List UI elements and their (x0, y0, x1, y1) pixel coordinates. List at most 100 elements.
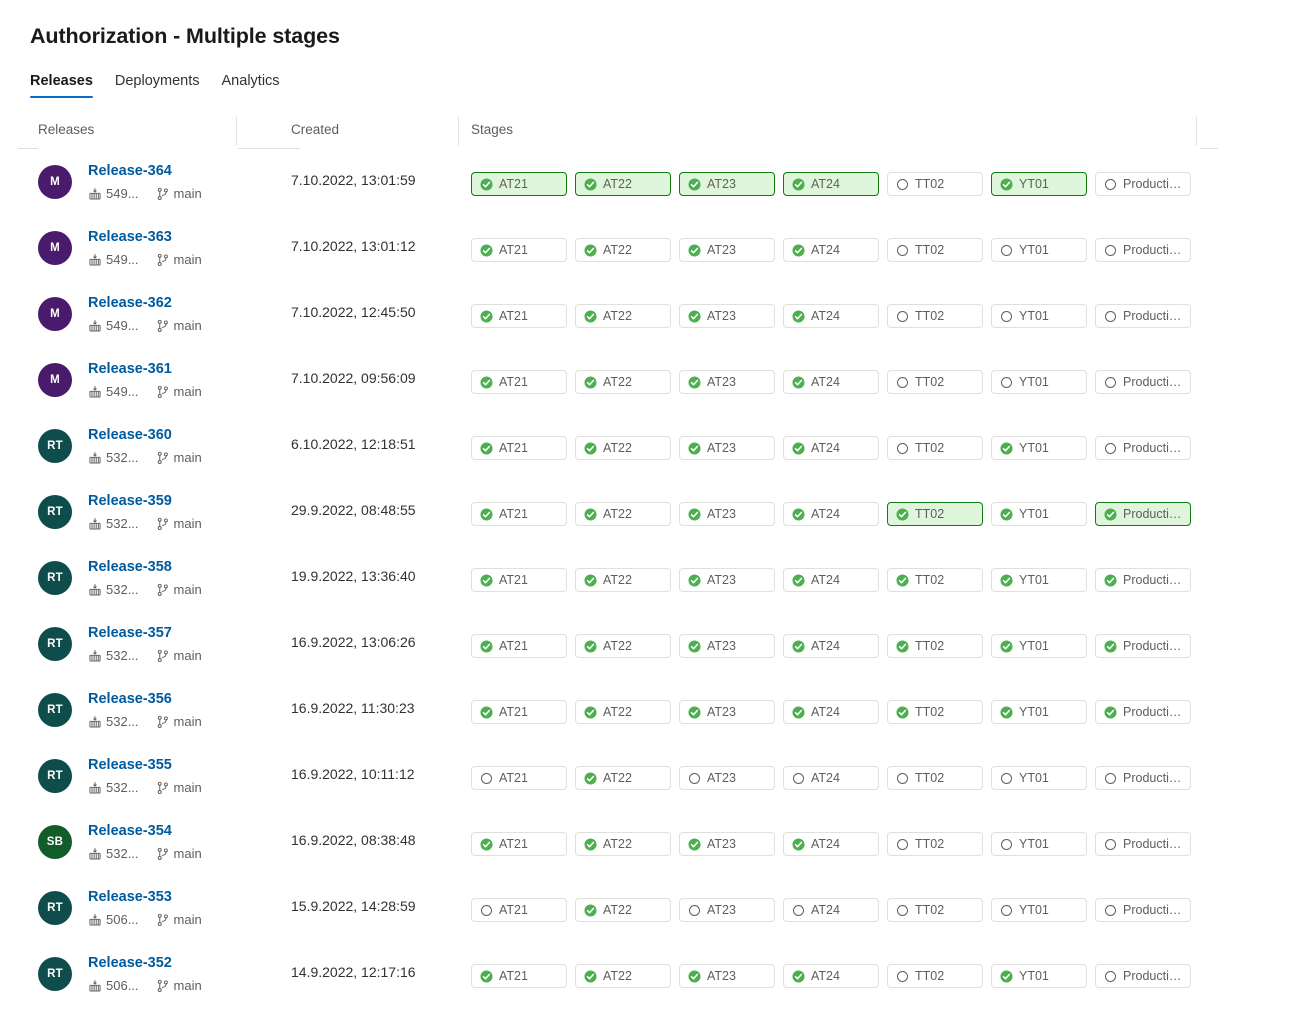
stage-badge-production[interactable]: Production (1095, 172, 1191, 196)
stage-badge-yt01[interactable]: YT01 (991, 898, 1087, 922)
stage-badge-production[interactable]: Production (1095, 766, 1191, 790)
stage-badge-production[interactable]: Production (1095, 370, 1191, 394)
build-number[interactable]: 506... (106, 978, 139, 993)
table-row[interactable]: MRelease-363549...main7.10.2022, 13:01:1… (0, 216, 1301, 282)
table-row[interactable]: RTRelease-355532...main16.9.2022, 10:11:… (0, 744, 1301, 810)
build-number[interactable]: 532... (106, 450, 139, 465)
stage-badge-tt02[interactable]: TT02 (887, 898, 983, 922)
release-link[interactable]: Release-363 (88, 229, 172, 245)
avatar[interactable]: RT (38, 693, 72, 727)
stage-badge-at22[interactable]: AT22 (575, 568, 671, 592)
stage-badge-at22[interactable]: AT22 (575, 304, 671, 328)
stage-badge-at24[interactable]: AT24 (783, 766, 879, 790)
stage-badge-production[interactable]: Production (1095, 502, 1191, 526)
release-link[interactable]: Release-354 (88, 823, 172, 839)
stage-badge-at23[interactable]: AT23 (679, 238, 775, 262)
stage-badge-at21[interactable]: AT21 (471, 502, 567, 526)
release-link[interactable]: Release-359 (88, 493, 172, 509)
tab-releases[interactable]: Releases (30, 73, 104, 98)
branch-name[interactable]: main (174, 450, 202, 465)
stage-badge-yt01[interactable]: YT01 (991, 964, 1087, 988)
stage-badge-yt01[interactable]: YT01 (991, 238, 1087, 262)
stage-badge-at24[interactable]: AT24 (783, 568, 879, 592)
stage-badge-at23[interactable]: AT23 (679, 436, 775, 460)
stage-badge-yt01[interactable]: YT01 (991, 568, 1087, 592)
avatar[interactable]: RT (38, 495, 72, 529)
stage-badge-at24[interactable]: AT24 (783, 370, 879, 394)
build-number[interactable]: 532... (106, 780, 139, 795)
stage-badge-yt01[interactable]: YT01 (991, 502, 1087, 526)
avatar[interactable]: RT (38, 627, 72, 661)
stage-badge-tt02[interactable]: TT02 (887, 964, 983, 988)
stage-badge-tt02[interactable]: TT02 (887, 370, 983, 394)
branch-name[interactable]: main (174, 912, 202, 927)
stage-badge-production[interactable]: Production (1095, 568, 1191, 592)
branch-name[interactable]: main (174, 186, 202, 201)
avatar[interactable]: RT (38, 891, 72, 925)
stage-badge-tt02[interactable]: TT02 (887, 436, 983, 460)
stage-badge-yt01[interactable]: YT01 (991, 172, 1087, 196)
build-number[interactable]: 532... (106, 516, 139, 531)
stage-badge-at22[interactable]: AT22 (575, 700, 671, 724)
stage-badge-at24[interactable]: AT24 (783, 898, 879, 922)
stage-badge-at23[interactable]: AT23 (679, 964, 775, 988)
branch-name[interactable]: main (174, 978, 202, 993)
branch-name[interactable]: main (174, 516, 202, 531)
column-header-releases[interactable]: Releases (38, 122, 94, 137)
stage-badge-at22[interactable]: AT22 (575, 502, 671, 526)
column-resize-handle-2[interactable] (238, 148, 300, 149)
build-number[interactable]: 549... (106, 186, 139, 201)
release-link[interactable]: Release-361 (88, 361, 172, 377)
stage-badge-at21[interactable]: AT21 (471, 898, 567, 922)
column-divider-3[interactable] (1196, 116, 1197, 146)
stage-badge-at21[interactable]: AT21 (471, 832, 567, 856)
branch-name[interactable]: main (174, 648, 202, 663)
stage-badge-production[interactable]: Production (1095, 304, 1191, 328)
branch-name[interactable]: main (174, 252, 202, 267)
tab-analytics[interactable]: Analytics (211, 73, 291, 98)
avatar[interactable]: RT (38, 429, 72, 463)
release-link[interactable]: Release-356 (88, 691, 172, 707)
avatar[interactable]: M (38, 297, 72, 331)
branch-name[interactable]: main (174, 318, 202, 333)
column-divider-2[interactable] (458, 116, 459, 146)
release-link[interactable]: Release-364 (88, 163, 172, 179)
avatar[interactable]: SB (38, 825, 72, 859)
stage-badge-production[interactable]: Production (1095, 436, 1191, 460)
stage-badge-at22[interactable]: AT22 (575, 172, 671, 196)
release-link[interactable]: Release-357 (88, 625, 172, 641)
table-row[interactable]: RTRelease-359532...main29.9.2022, 08:48:… (0, 480, 1301, 546)
avatar[interactable]: M (38, 231, 72, 265)
stage-badge-at23[interactable]: AT23 (679, 832, 775, 856)
column-header-stages[interactable]: Stages (471, 122, 513, 137)
stage-badge-at22[interactable]: AT22 (575, 238, 671, 262)
release-link[interactable]: Release-352 (88, 955, 172, 971)
stage-badge-yt01[interactable]: YT01 (991, 304, 1087, 328)
build-number[interactable]: 506... (106, 912, 139, 927)
stage-badge-at21[interactable]: AT21 (471, 304, 567, 328)
stage-badge-at23[interactable]: AT23 (679, 172, 775, 196)
stage-badge-production[interactable]: Production (1095, 964, 1191, 988)
stage-badge-at24[interactable]: AT24 (783, 304, 879, 328)
stage-badge-tt02[interactable]: TT02 (887, 766, 983, 790)
stage-badge-at24[interactable]: AT24 (783, 700, 879, 724)
stage-badge-tt02[interactable]: TT02 (887, 304, 983, 328)
stage-badge-at23[interactable]: AT23 (679, 898, 775, 922)
build-number[interactable]: 532... (106, 582, 139, 597)
build-number[interactable]: 549... (106, 252, 139, 267)
stage-badge-at24[interactable]: AT24 (783, 172, 879, 196)
stage-badge-at23[interactable]: AT23 (679, 700, 775, 724)
avatar[interactable]: M (38, 165, 72, 199)
stage-badge-tt02[interactable]: TT02 (887, 172, 983, 196)
stage-badge-yt01[interactable]: YT01 (991, 766, 1087, 790)
stage-badge-tt02[interactable]: TT02 (887, 238, 983, 262)
stage-badge-at21[interactable]: AT21 (471, 238, 567, 262)
branch-name[interactable]: main (174, 846, 202, 861)
stage-badge-at24[interactable]: AT24 (783, 238, 879, 262)
stage-badge-at23[interactable]: AT23 (679, 766, 775, 790)
branch-name[interactable]: main (174, 384, 202, 399)
table-row[interactable]: RTRelease-360532...main6.10.2022, 12:18:… (0, 414, 1301, 480)
stage-badge-at22[interactable]: AT22 (575, 766, 671, 790)
stage-badge-at23[interactable]: AT23 (679, 502, 775, 526)
stage-badge-production[interactable]: Production (1095, 898, 1191, 922)
